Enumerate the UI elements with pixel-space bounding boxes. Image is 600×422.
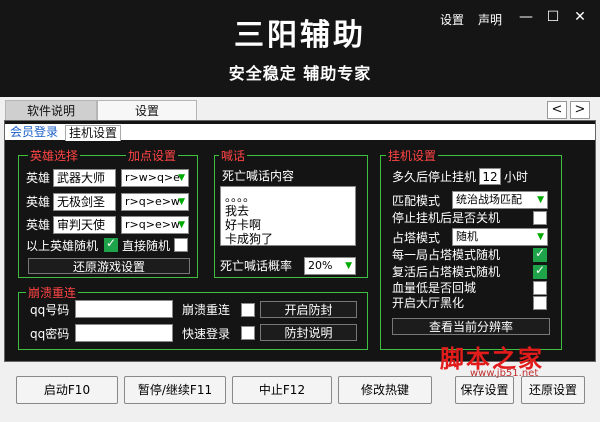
quick-login-checkbox[interactable] xyxy=(241,326,255,340)
hero-label-3: 英雄 xyxy=(26,218,51,232)
points-select-2-value: r>q>e>w xyxy=(125,195,180,208)
chevron-down-icon: ▼ xyxy=(537,195,544,205)
hero-name-field-1[interactable]: 武器大师 xyxy=(53,169,116,187)
qq-number-input[interactable] xyxy=(75,300,173,318)
tower-mode-label: 占塔模式 xyxy=(392,231,441,245)
points-select-2[interactable]: r>q>e>w ▼ xyxy=(121,193,189,211)
quick-login-label: 快速登录 xyxy=(182,327,231,341)
crash-reconnect-label: 崩溃重连 xyxy=(182,303,231,317)
header-banner: 三阳辅助 安全稳定 辅助专家 设置 声明 — ☐ ✕ xyxy=(0,0,600,97)
crash-reconnect-title: 崩溃重连 xyxy=(26,286,79,300)
qq-password-label: qq密码 xyxy=(30,327,70,341)
app-window: 三阳辅助 安全稳定 辅助专家 设置 声明 — ☐ ✕ 软件说明 设置 < > 会… xyxy=(0,0,600,422)
restore-game-settings-button[interactable]: 还原游戏设置 xyxy=(28,258,190,274)
points-select-3-value: r>q>e>w xyxy=(125,218,180,231)
tower-mode-select[interactable]: 随机 ▼ xyxy=(452,228,548,246)
death-shout-textarea[interactable]: 。。。。 我去 好卡啊 卡成狗了 xyxy=(220,186,356,246)
watermark-url: www.jb51.net xyxy=(470,368,539,379)
shutdown-after-checkbox[interactable] xyxy=(533,211,547,225)
points-setting-title: 加点设置 xyxy=(126,149,179,163)
sub-tab-bar: 会员登录 挂机设置 xyxy=(5,124,595,141)
chevron-down-icon: ▼ xyxy=(178,173,185,183)
direct-random-label: 直接随机 xyxy=(122,239,171,253)
each-round-random-label: 每一局占塔模式随机 xyxy=(392,248,501,262)
minimize-icon[interactable]: — xyxy=(516,8,536,26)
stop-button[interactable]: 中止F12 xyxy=(232,376,332,404)
revive-random-checkbox[interactable] xyxy=(533,263,547,279)
low-hp-return-checkbox[interactable] xyxy=(533,281,547,295)
death-shout-prob-select[interactable]: 20% ▼ xyxy=(304,257,356,275)
restore-settings-button[interactable]: 还原设置 xyxy=(521,376,585,404)
crash-reconnect-checkbox[interactable] xyxy=(241,303,255,317)
hero-name-field-3[interactable]: 审判天使 xyxy=(53,216,116,234)
death-shout-prob-label: 死亡喊话概率 xyxy=(220,259,293,273)
shout-title: 喊话 xyxy=(219,149,248,163)
start-button[interactable]: 启动F10 xyxy=(16,376,118,404)
settings-link[interactable]: 设置 xyxy=(440,11,464,28)
app-title: 三阳辅助 xyxy=(234,18,366,53)
direct-random-checkbox[interactable] xyxy=(174,238,188,252)
subtab-member-login[interactable]: 会员登录 xyxy=(10,125,58,140)
death-shout-prob-value: 20% xyxy=(308,259,333,272)
lobby-blackout-checkbox[interactable] xyxy=(533,296,547,310)
statement-link[interactable]: 声明 xyxy=(478,11,502,28)
top-tab-bar: 软件说明 设置 xyxy=(0,97,600,120)
stop-after-unit: 小时 xyxy=(504,170,529,184)
points-select-1-value: r>w>q>e xyxy=(125,171,180,184)
match-mode-value: 统治战场匹配 xyxy=(456,193,522,206)
anti-seal-info-button[interactable]: 防封说明 xyxy=(260,324,357,341)
revive-random-label: 复活后占塔模式随机 xyxy=(392,265,501,279)
maximize-icon[interactable]: ☐ xyxy=(543,8,563,26)
qq-password-input[interactable] xyxy=(75,324,173,342)
stop-after-label: 多久后停止挂机 xyxy=(392,170,477,184)
tab-settings[interactable]: 设置 xyxy=(97,100,197,120)
view-resolution-button[interactable]: 查看当前分辨率 xyxy=(392,318,550,335)
each-round-random-checkbox[interactable] xyxy=(533,246,547,262)
shutdown-after-label: 停止挂机后是否关机 xyxy=(392,211,501,225)
edit-hotkey-button[interactable]: 修改热键 xyxy=(338,376,432,404)
hero-label-2: 英雄 xyxy=(26,195,51,209)
random-above-label: 以上英雄随机 xyxy=(26,239,99,253)
hero-label-1: 英雄 xyxy=(26,171,51,185)
lobby-blackout-label: 开启大厅黑化 xyxy=(392,296,465,310)
chevron-down-icon: ▼ xyxy=(537,232,544,242)
death-shout-label: 死亡喊话内容 xyxy=(222,169,295,183)
save-settings-button[interactable]: 保存设置 xyxy=(455,376,514,404)
anti-seal-button[interactable]: 开启防封 xyxy=(260,301,357,318)
stop-after-hours-input[interactable]: 12 xyxy=(479,168,501,185)
subtab-hang-settings[interactable]: 挂机设置 xyxy=(65,125,122,141)
tower-mode-value: 随机 xyxy=(456,230,478,243)
hang-settings-title: 挂机设置 xyxy=(386,149,439,163)
hero-select-title: 英雄选择 xyxy=(28,149,81,163)
points-select-1[interactable]: r>w>q>e ▼ xyxy=(121,169,189,187)
close-icon[interactable]: ✕ xyxy=(570,8,590,26)
match-mode-select[interactable]: 统治战场匹配 ▼ xyxy=(452,191,548,209)
qq-number-label: qq号码 xyxy=(30,303,70,317)
low-hp-return-label: 血量低是否回城 xyxy=(392,281,477,295)
tab-scroll-left-button[interactable]: < xyxy=(547,101,567,119)
tab-software-info[interactable]: 软件说明 xyxy=(5,100,97,120)
pause-resume-button[interactable]: 暂停/继续F11 xyxy=(124,376,226,404)
app-subtitle: 安全稳定 辅助专家 xyxy=(228,64,372,83)
chevron-down-icon: ▼ xyxy=(178,220,185,230)
random-above-checkbox[interactable] xyxy=(104,236,118,252)
points-select-3[interactable]: r>q>e>w ▼ xyxy=(121,216,189,234)
tab-scroll-right-button[interactable]: > xyxy=(570,101,590,119)
chevron-down-icon: ▼ xyxy=(345,261,352,271)
chevron-down-icon: ▼ xyxy=(178,197,185,207)
hero-name-field-2[interactable]: 无极剑圣 xyxy=(53,193,116,211)
match-mode-label: 匹配模式 xyxy=(392,194,441,208)
